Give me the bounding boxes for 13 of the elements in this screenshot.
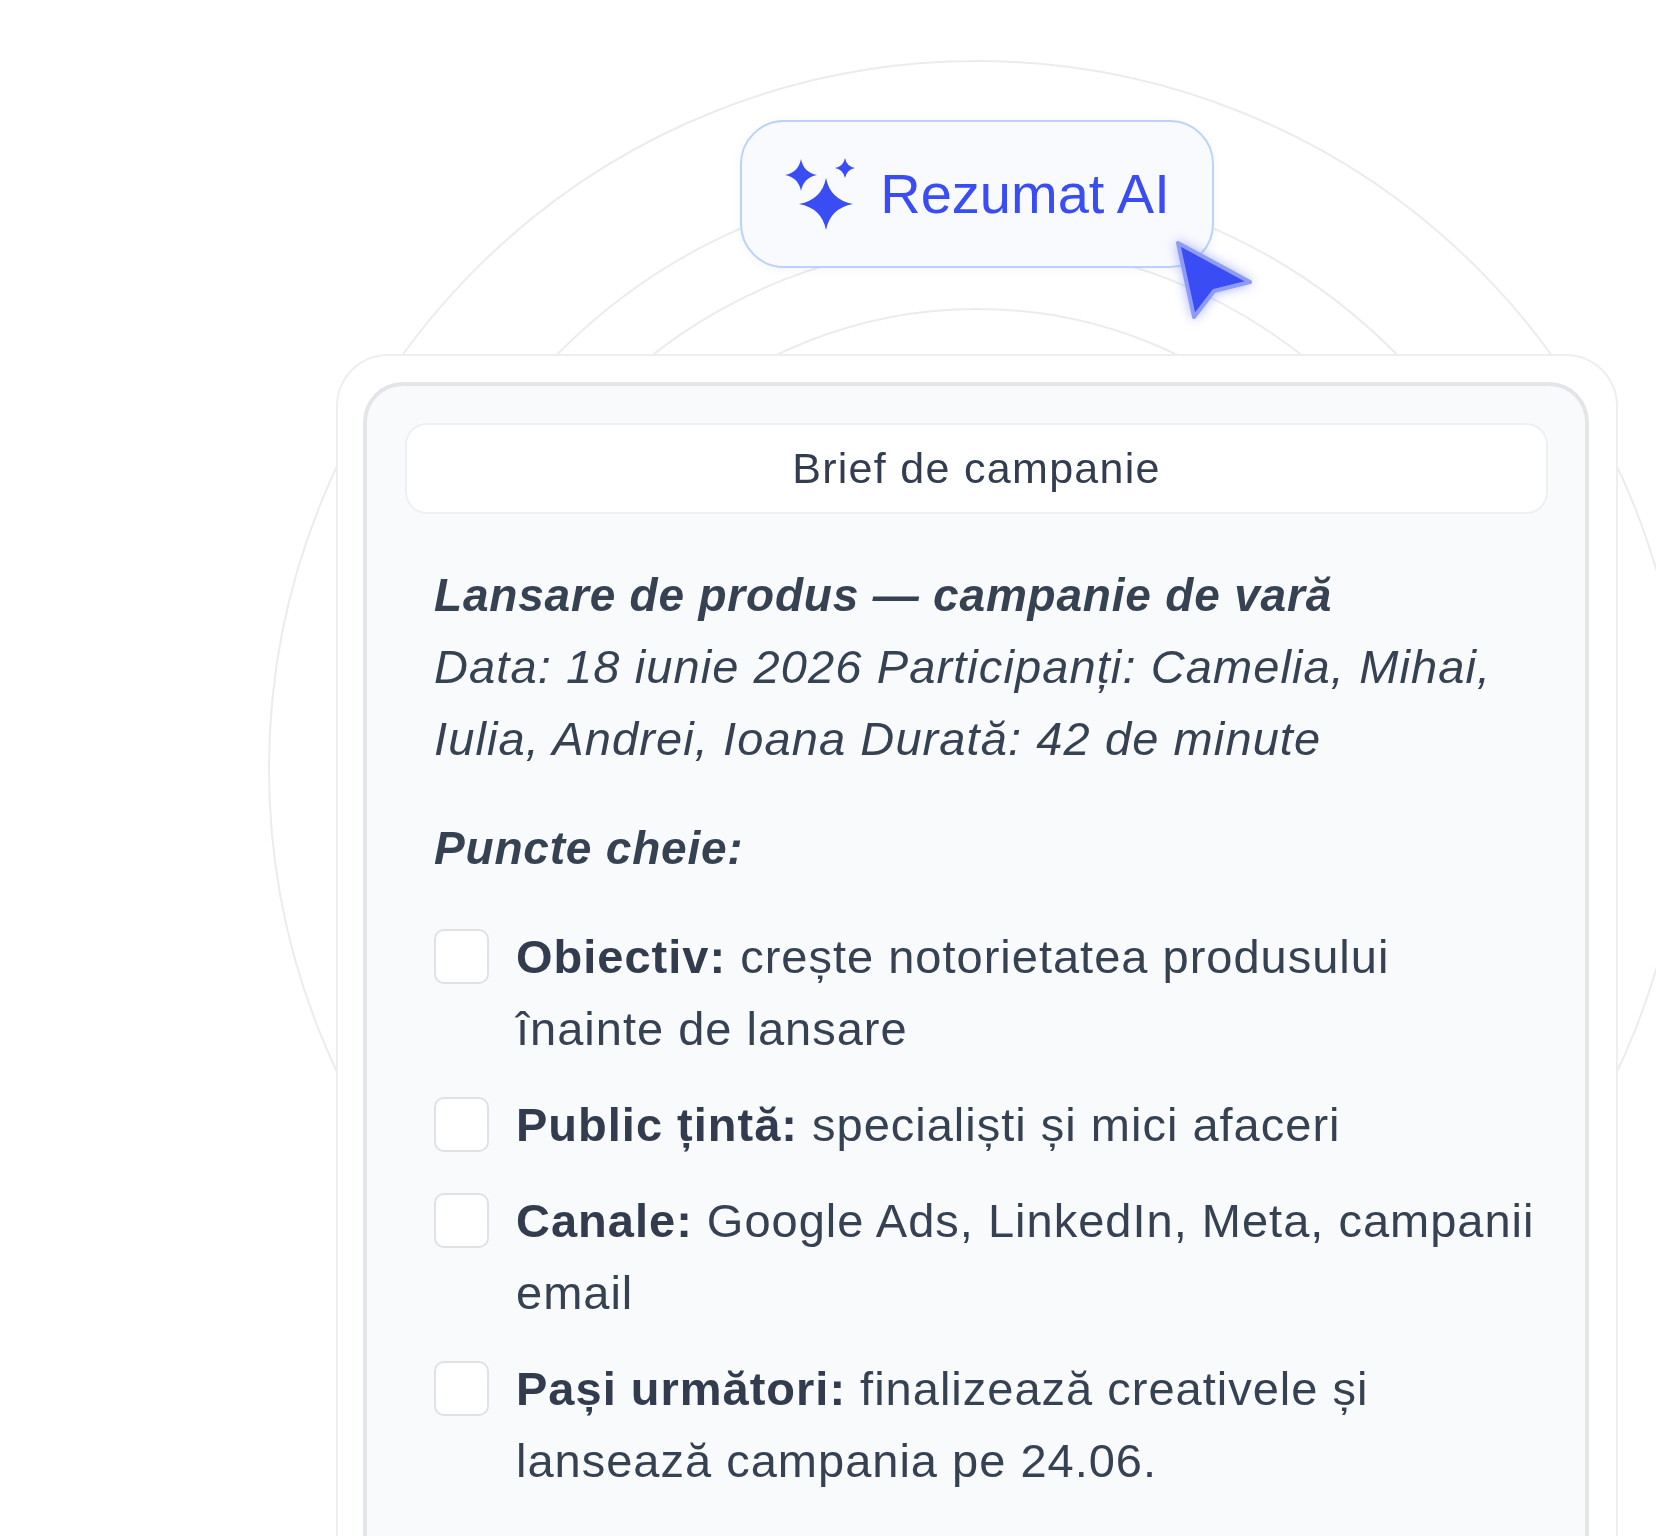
card-title: Brief de campanie (405, 423, 1548, 514)
checkbox[interactable] (434, 1361, 489, 1416)
meeting-details: Data: 18 iunie 2026 Participanți: Camelia, Mihai, Iulia, Andrei, Ioana Durată: 42 de minute (434, 639, 1493, 767)
checklist-item-text: Canale: Google Ads, LinkedIn, Meta, campanii email (516, 1193, 1536, 1321)
checklist-item-text: Pași următori: finalizează creativele și lansează campania pe 24.06. (516, 1361, 1370, 1489)
checklist-item-text: Obiectiv: crește notorietatea produsului înainte de lansare (516, 929, 1391, 1057)
ai-summary-button[interactable]: Rezumat AI (740, 120, 1214, 268)
checklist-item-text: Public țintă: specialiști și mici afaceri (516, 1097, 1342, 1154)
brief-heading: Lansare de produs — campanie de vară (434, 568, 1332, 623)
checkbox[interactable] (434, 1097, 489, 1152)
checkbox[interactable] (434, 929, 489, 984)
section-heading: Puncte cheie: (434, 821, 744, 876)
checkbox[interactable] (434, 1193, 489, 1248)
